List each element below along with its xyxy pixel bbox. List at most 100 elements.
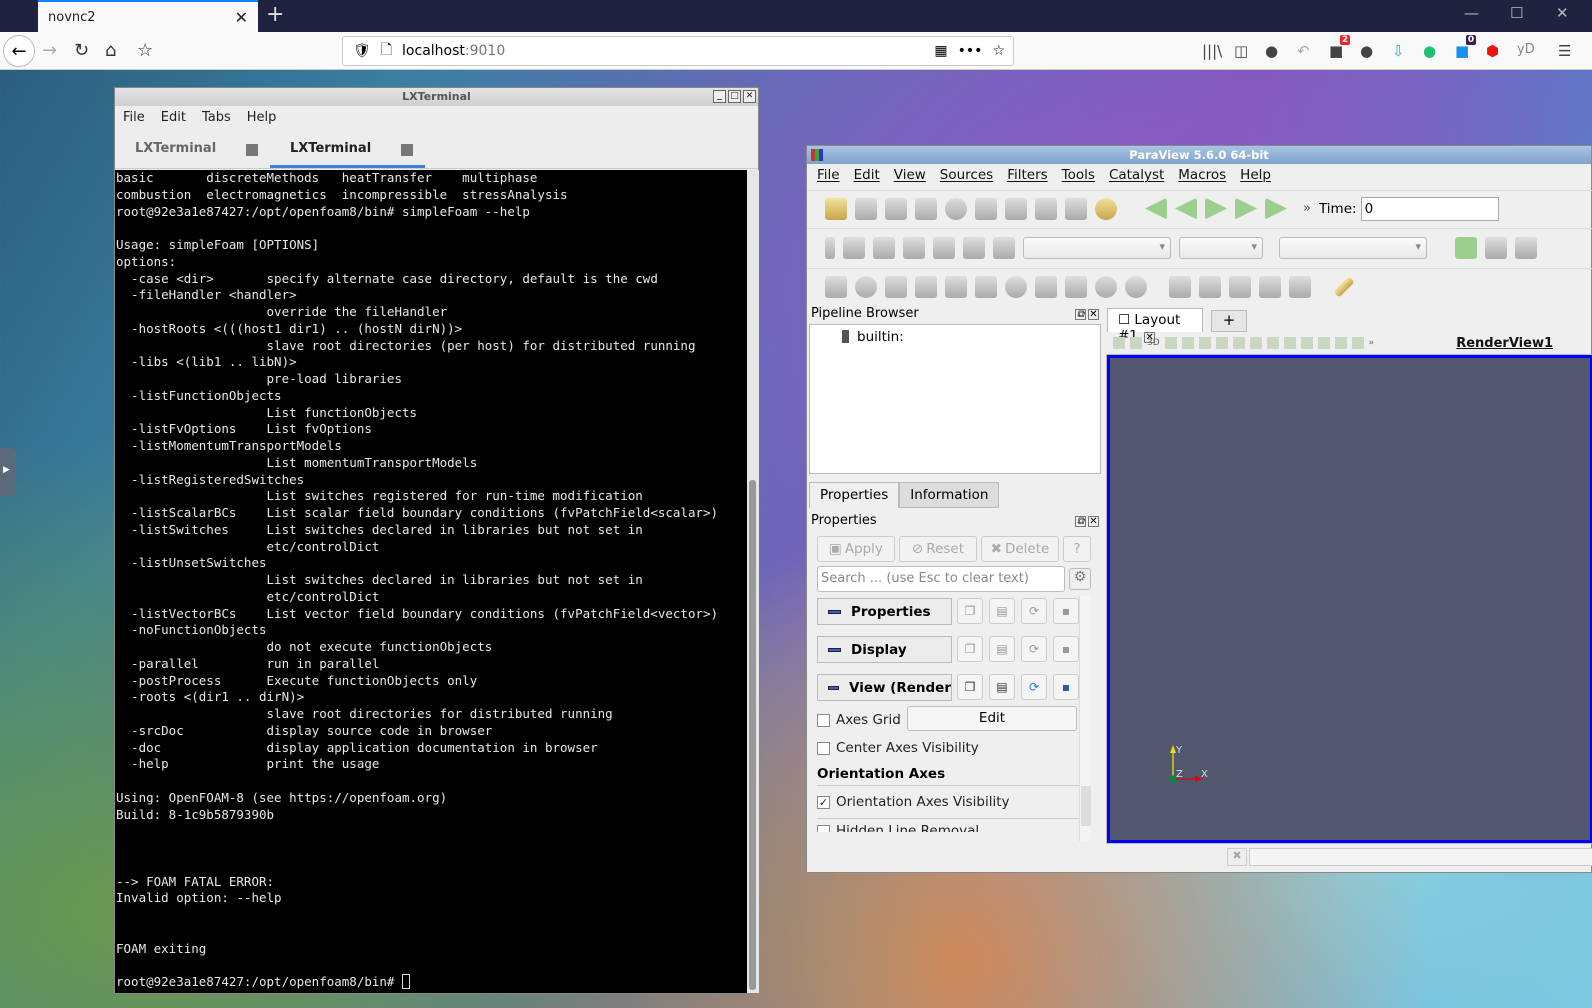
bookmark-star-icon[interactable]: ☆ bbox=[137, 40, 153, 61]
next-frame-icon[interactable] bbox=[1235, 197, 1257, 220]
more-icon[interactable]: ••• bbox=[958, 43, 983, 59]
browser-tab[interactable]: novnc2 ✕ bbox=[38, 0, 258, 32]
center-axes-checkbox[interactable]: Center Axes Visibility bbox=[817, 740, 979, 756]
qr-code-icon[interactable]: ▦ bbox=[934, 43, 947, 59]
add-layout-button[interactable]: + bbox=[1211, 310, 1247, 332]
menu-file[interactable]: File bbox=[817, 167, 840, 185]
render-view-name[interactable]: RenderView1 bbox=[1456, 336, 1553, 351]
delete-button[interactable]: ✖ Delete bbox=[981, 536, 1059, 562]
checkbox[interactable] bbox=[817, 741, 830, 755]
hover-points-icon[interactable] bbox=[1266, 337, 1279, 349]
forward-button[interactable]: → bbox=[42, 40, 57, 61]
maximize-icon[interactable]: □ bbox=[728, 90, 741, 103]
connect-icon[interactable] bbox=[885, 197, 907, 220]
account-icon[interactable]: ● bbox=[1265, 42, 1278, 60]
interactive-select-icon[interactable] bbox=[1249, 337, 1262, 349]
hidden-line-removal-checkbox[interactable]: Hidden Line Removal bbox=[817, 823, 979, 832]
grammarly-icon[interactable]: ● bbox=[1423, 42, 1436, 60]
disconnect-icon[interactable] bbox=[915, 197, 937, 220]
play-icon[interactable] bbox=[1205, 197, 1227, 220]
extract-selection-icon[interactable] bbox=[1169, 275, 1191, 298]
menu-edit[interactable]: Edit bbox=[854, 167, 880, 185]
pipeline-item-builtin[interactable]: builtin: bbox=[857, 329, 904, 345]
group-datasets-icon[interactable] bbox=[1095, 275, 1117, 298]
menu-sources[interactable]: Sources bbox=[940, 167, 993, 185]
close-tab-icon[interactable] bbox=[246, 144, 259, 156]
stream-tracer-icon[interactable] bbox=[1035, 275, 1057, 298]
help-button[interactable]: ? bbox=[1063, 536, 1091, 562]
section-display[interactable]: Display bbox=[817, 636, 952, 663]
last-frame-icon[interactable] bbox=[1265, 197, 1287, 220]
slice-icon[interactable] bbox=[915, 275, 937, 298]
refresh-icon[interactable]: ⟳ bbox=[1021, 598, 1047, 624]
refresh-icon[interactable]: ⟳ bbox=[1021, 674, 1047, 700]
apply-button[interactable]: ▣ Apply bbox=[817, 536, 895, 562]
minimize-icon[interactable]: — bbox=[1464, 4, 1479, 22]
component-select[interactable] bbox=[1179, 236, 1263, 259]
menu-icon[interactable]: ☰ bbox=[1558, 42, 1571, 60]
select-block-icon[interactable] bbox=[1232, 337, 1245, 349]
checkbox[interactable] bbox=[817, 824, 830, 832]
save-icon[interactable]: ▪ bbox=[1053, 674, 1079, 700]
palette-icon[interactable] bbox=[1095, 197, 1117, 220]
scrollbar-thumb[interactable] bbox=[749, 480, 756, 990]
edit-color-map-icon[interactable] bbox=[843, 236, 865, 259]
color-by-select[interactable] bbox=[1023, 236, 1171, 259]
close-icon[interactable]: ✖ bbox=[1227, 848, 1247, 866]
sidebar-icon[interactable]: ◫ bbox=[1234, 42, 1248, 60]
paste-icon[interactable]: ▤ bbox=[989, 674, 1015, 700]
properties-scrollbar[interactable] bbox=[1079, 596, 1091, 841]
undo-icon[interactable]: ↶ bbox=[1297, 42, 1310, 60]
plot-over-time-icon[interactable] bbox=[1259, 275, 1281, 298]
color-map-icon[interactable] bbox=[1065, 197, 1087, 220]
gear-icon[interactable]: ⚙ bbox=[1069, 568, 1091, 590]
save-icon[interactable]: ▪ bbox=[1053, 636, 1079, 662]
rescale-time-icon[interactable] bbox=[963, 236, 985, 259]
zoom-to-data-icon[interactable] bbox=[1485, 236, 1507, 259]
close-icon[interactable]: ✕ bbox=[1088, 309, 1099, 320]
home-button[interactable]: ⌂ bbox=[105, 40, 116, 61]
novnc-control-handle[interactable]: ▶ bbox=[0, 448, 16, 496]
close-icon[interactable]: ✕ bbox=[1088, 516, 1099, 527]
extension-icon[interactable]: ■ 2 bbox=[1329, 35, 1351, 60]
save-icon[interactable]: ▪ bbox=[1053, 598, 1079, 624]
calculator-icon[interactable] bbox=[825, 275, 847, 298]
star-icon[interactable]: ☆ bbox=[992, 43, 1005, 59]
copy-icon[interactable]: ❐ bbox=[957, 636, 983, 662]
menu-edit[interactable]: Edit bbox=[161, 110, 186, 126]
overflow-icon[interactable]: » bbox=[1369, 338, 1375, 348]
render-view[interactable]: Y Z X bbox=[1106, 354, 1592, 844]
undock-icon[interactable]: ⧉ bbox=[1075, 516, 1086, 527]
tab-layout-1[interactable]: ☐ Layout #1 ✕ bbox=[1107, 308, 1203, 344]
section-properties[interactable]: Properties bbox=[817, 598, 952, 625]
first-frame-icon[interactable] bbox=[1145, 198, 1167, 220]
contour-icon[interactable] bbox=[855, 275, 877, 298]
menu-help[interactable]: Help bbox=[247, 110, 277, 126]
refresh-icon[interactable]: ⟳ bbox=[1021, 636, 1047, 662]
snowflake-icon[interactable] bbox=[1289, 275, 1311, 298]
rescale-visible-icon[interactable] bbox=[993, 236, 1015, 259]
ghostery-icon[interactable]: ■ 0 bbox=[1455, 35, 1477, 60]
menu-view[interactable]: View bbox=[894, 167, 926, 185]
checkbox-checked[interactable]: ✓ bbox=[817, 795, 830, 809]
adblock-icon[interactable]: ⬢ bbox=[1486, 42, 1499, 60]
split-icon[interactable] bbox=[1113, 337, 1125, 349]
reset-camera-icon[interactable] bbox=[1035, 197, 1057, 220]
edit-axes-grid-button[interactable]: Edit bbox=[907, 706, 1077, 731]
menu-tabs[interactable]: Tabs bbox=[202, 110, 231, 126]
glyph-icon[interactable] bbox=[1005, 275, 1027, 298]
label-icon[interactable] bbox=[1351, 337, 1364, 349]
menu-filters[interactable]: Filters bbox=[1007, 167, 1047, 185]
orientation-axes-checkbox[interactable]: ✓ Orientation Axes Visibility bbox=[817, 794, 1010, 810]
time-input[interactable] bbox=[1360, 196, 1499, 221]
plot-selection-icon[interactable] bbox=[1199, 275, 1221, 298]
menu-file[interactable]: File bbox=[123, 110, 145, 126]
select-points-icon[interactable] bbox=[1198, 337, 1211, 349]
undock-icon[interactable]: ⧉ bbox=[1075, 309, 1086, 320]
checkbox[interactable] bbox=[817, 713, 830, 727]
select-frustum-icon[interactable] bbox=[1215, 337, 1228, 349]
new-tab-button[interactable]: + bbox=[266, 2, 284, 27]
minimize-icon[interactable]: _ bbox=[713, 90, 726, 103]
close-window-icon[interactable]: ✕ bbox=[1556, 4, 1569, 22]
section-view[interactable]: View (Render bbox=[817, 674, 952, 701]
